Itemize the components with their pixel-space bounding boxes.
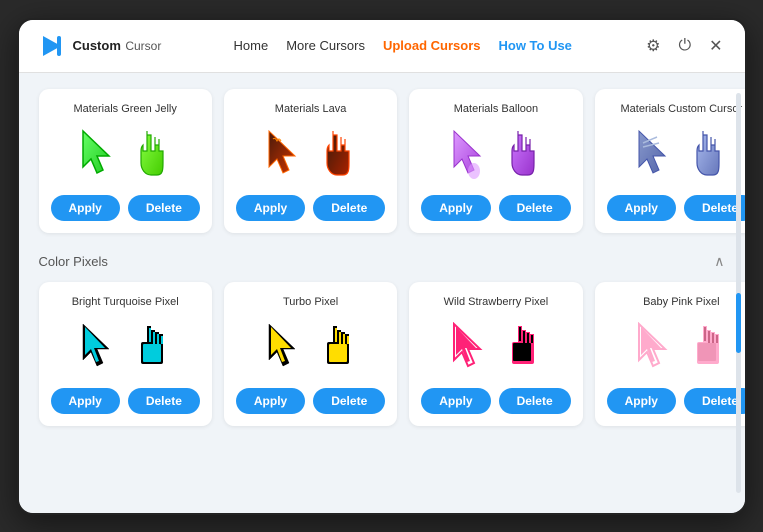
cursor-hand-baby-pink	[685, 322, 729, 374]
settings-button[interactable]: ⚙	[644, 34, 662, 58]
card-buttons-green-jelly: Apply Delete	[51, 195, 200, 221]
apply-button-turbo[interactable]: Apply	[236, 388, 305, 414]
card-title-green-jelly: Materials Green Jelly	[74, 103, 177, 115]
logo-text: Custom Cursor	[73, 37, 162, 55]
cursor-hand-green-jelly	[129, 129, 173, 181]
cursor-hand-lava	[315, 129, 359, 181]
apply-button-baby-pink[interactable]: Apply	[607, 388, 676, 414]
power-button[interactable]: ⏻	[676, 35, 693, 57]
card-title-baby-pink: Baby Pink Pixel	[643, 296, 719, 308]
cursor-hand-strawberry	[500, 322, 544, 374]
cursor-arrow-green-jelly	[77, 129, 121, 181]
apply-button-custom[interactable]: Apply	[607, 195, 676, 221]
card-title-strawberry: Wild Strawberry Pixel	[444, 296, 549, 308]
card-buttons-custom: Apply Delete	[607, 195, 745, 221]
card-title-custom: Materials Custom Cursor	[620, 103, 742, 115]
nav-home[interactable]: Home	[234, 38, 269, 53]
card-title-turbo: Turbo Pixel	[283, 296, 338, 308]
cursor-arrow-balloon	[448, 129, 492, 181]
cursor-card-baby-pink: Baby Pink Pixel	[595, 282, 745, 426]
card-title-turquoise: Bright Turquoise Pixel	[72, 296, 179, 308]
card-buttons-strawberry: Apply Delete	[421, 388, 570, 414]
main-content: Materials Green Jelly Apply Delete	[19, 73, 745, 513]
delete-button-green-jelly[interactable]: Delete	[128, 195, 200, 221]
color-pixels-section-header: Color Pixels ∧	[39, 253, 725, 270]
delete-button-strawberry[interactable]: Delete	[499, 388, 571, 414]
materials-grid: Materials Green Jelly Apply Delete	[39, 89, 725, 233]
cursor-arrow-turbo	[263, 322, 307, 374]
cursor-card-balloon: Materials Balloon Apply Delete	[409, 89, 582, 233]
apply-button-green-jelly[interactable]: Apply	[51, 195, 120, 221]
titlebar: Custom Cursor Home More Cursors Upload C…	[19, 20, 745, 73]
cursor-images-green-jelly	[77, 125, 173, 185]
card-buttons-turquoise: Apply Delete	[51, 388, 200, 414]
apply-button-strawberry[interactable]: Apply	[421, 388, 490, 414]
scrollbar-track	[736, 93, 741, 493]
delete-button-turquoise[interactable]: Delete	[128, 388, 200, 414]
apply-button-turquoise[interactable]: Apply	[51, 388, 120, 414]
main-nav: Home More Cursors Upload Cursors How To …	[234, 38, 572, 53]
card-buttons-balloon: Apply Delete	[421, 195, 570, 221]
card-buttons-baby-pink: Apply Delete	[607, 388, 745, 414]
window-controls: ⚙ ⏻ ✕	[644, 34, 724, 58]
delete-button-balloon[interactable]: Delete	[499, 195, 571, 221]
color-pixels-title: Color Pixels	[39, 254, 108, 269]
cursor-hand-turbo	[315, 322, 359, 374]
cursor-arrow-baby-pink	[633, 322, 677, 374]
delete-button-lava[interactable]: Delete	[313, 195, 385, 221]
cursor-card-custom: Materials Custom Cursor	[595, 89, 745, 233]
cursor-arrow-strawberry	[448, 322, 492, 374]
cursor-card-lava: Materials Lava Apply Delete	[224, 89, 397, 233]
delete-button-turbo[interactable]: Delete	[313, 388, 385, 414]
cursor-images-baby-pink	[633, 318, 729, 378]
cursor-hand-balloon	[500, 129, 544, 181]
cursor-hand-turquoise	[129, 322, 173, 374]
collapse-color-pixels-button[interactable]: ∧	[714, 253, 724, 270]
cursor-arrow-custom	[633, 129, 677, 181]
card-buttons-turbo: Apply Delete	[236, 388, 385, 414]
cursor-arrow-turquoise	[77, 322, 121, 374]
app-window: Custom Cursor Home More Cursors Upload C…	[17, 18, 747, 515]
card-buttons-lava: Apply Delete	[236, 195, 385, 221]
cursor-card-turquoise: Bright Turquoise Pixel	[39, 282, 212, 426]
apply-button-lava[interactable]: Apply	[236, 195, 305, 221]
color-pixels-grid: Bright Turquoise Pixel	[39, 282, 725, 426]
nav-more[interactable]: More Cursors	[286, 38, 365, 53]
cursor-card-strawberry: Wild Strawberry Pixel	[409, 282, 582, 426]
cursor-card-turbo: Turbo Pixel	[224, 282, 397, 426]
cursor-images-turbo	[263, 318, 359, 378]
nav-upload[interactable]: Upload Cursors	[383, 38, 481, 53]
nav-howto[interactable]: How To Use	[498, 38, 571, 53]
cursor-images-turquoise	[77, 318, 173, 378]
scrollbar-thumb[interactable]	[736, 293, 741, 353]
cursor-images-lava	[263, 125, 359, 185]
cursor-arrow-lava	[263, 129, 307, 181]
apply-button-balloon[interactable]: Apply	[421, 195, 490, 221]
card-title-balloon: Materials Balloon	[454, 103, 538, 115]
cursor-images-balloon	[448, 125, 544, 185]
logo-icon	[39, 32, 67, 60]
logo: Custom Cursor	[39, 32, 162, 60]
cursor-hand-custom	[685, 129, 729, 181]
cursor-card-green-jelly: Materials Green Jelly Apply Delete	[39, 89, 212, 233]
cursor-images-strawberry	[448, 318, 544, 378]
cursor-images-custom	[633, 125, 729, 185]
close-button[interactable]: ✕	[707, 34, 724, 58]
card-title-lava: Materials Lava	[275, 103, 347, 115]
